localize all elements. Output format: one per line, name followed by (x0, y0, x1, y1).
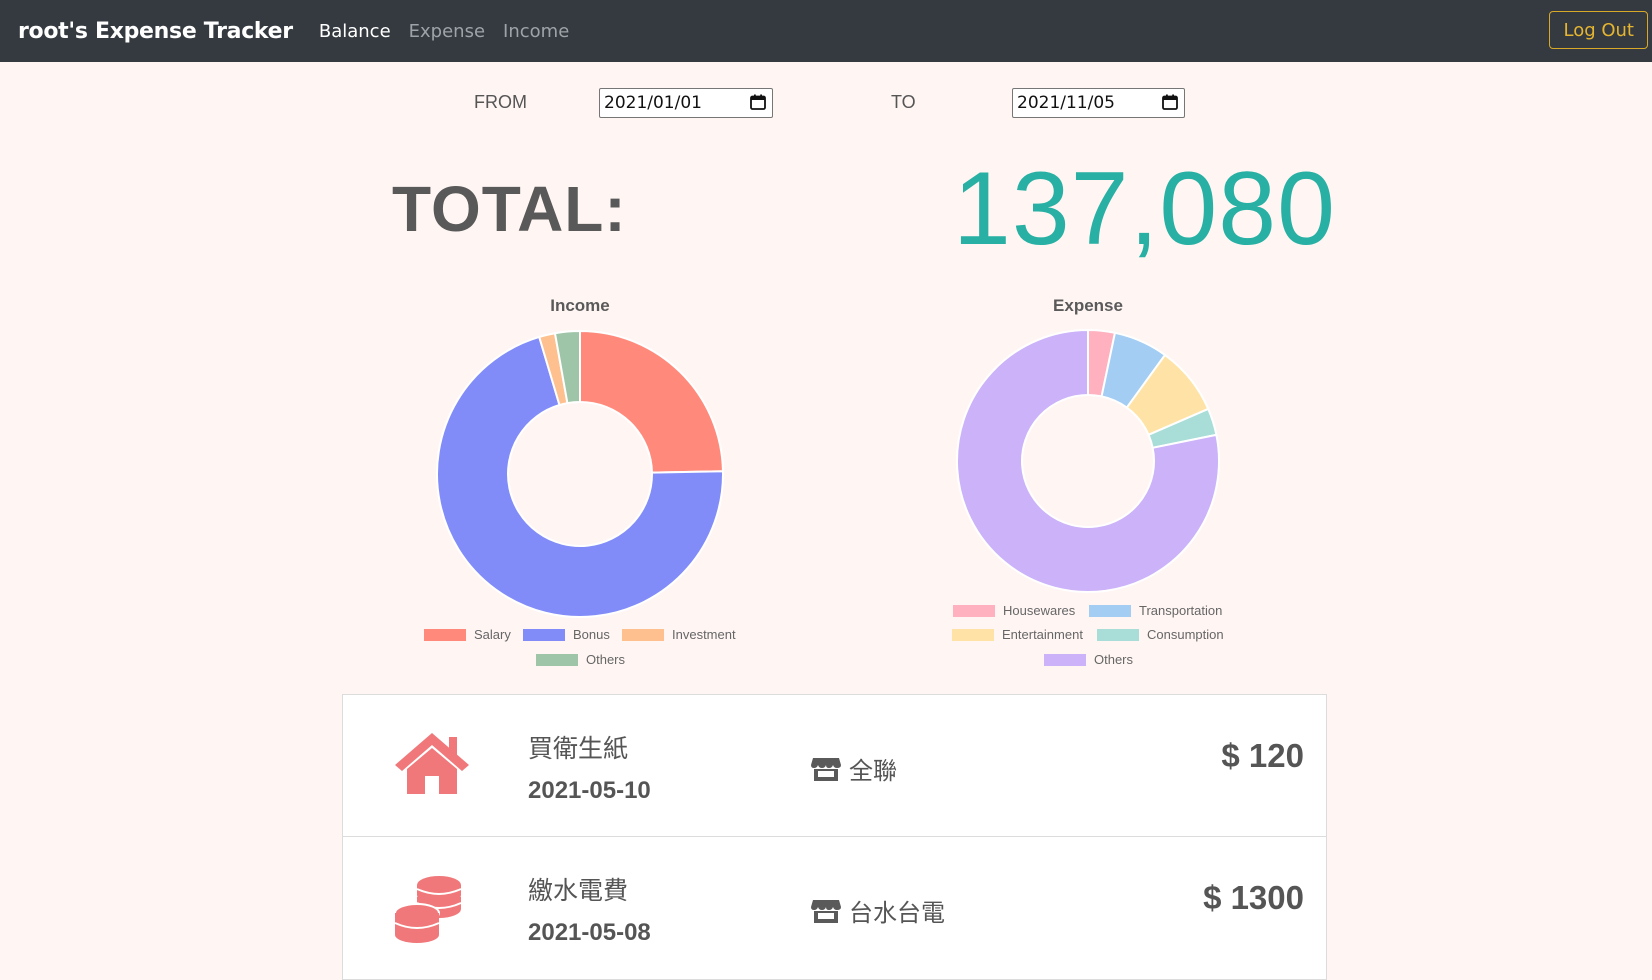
record-amount: $ 1300 (1203, 879, 1304, 916)
legend-item-bonus[interactable]: Bonus (523, 627, 610, 642)
legend-label: Others (586, 652, 626, 667)
navbar: root's Expense Tracker Balance Expense I… (0, 0, 1652, 62)
from-date-value: 2021/01/01 (604, 93, 702, 113)
legend-label: Transportation (1139, 603, 1223, 618)
store-icon (811, 757, 841, 781)
record-store: 全聯 (811, 751, 897, 786)
from-label: FROM (474, 92, 527, 112)
legend-swatch (622, 628, 664, 641)
store-icon (811, 899, 841, 923)
legend-label: Salary (474, 627, 511, 642)
legend-swatch (953, 604, 995, 617)
record-name: 繳水電費 (528, 876, 629, 905)
calendar-icon[interactable] (750, 94, 766, 110)
from-date-input[interactable]: 2021/01/01 (599, 88, 773, 118)
house-icon (395, 733, 469, 794)
calendar-icon[interactable] (1162, 94, 1178, 110)
legend-swatch (952, 628, 994, 641)
legend-label: Bonus (573, 627, 610, 642)
legend-label: Investment (672, 627, 736, 642)
to-label: TO (891, 92, 916, 112)
expense-donut-chart (956, 328, 1220, 593)
record-card[interactable]: 繳水電費 2021-05-08 台水台電 $ 1300 (342, 837, 1327, 980)
nav-income[interactable]: Income (503, 21, 569, 42)
record-card[interactable]: 買衛生紙 2021-05-10 全聯 $ 120 (342, 694, 1327, 837)
record-store: 台水台電 (811, 893, 945, 928)
coins-icon (394, 876, 462, 943)
expense-chart-title: Expense (1053, 296, 1123, 315)
legend-swatch (1097, 628, 1139, 641)
nav-balance[interactable]: Balance (319, 21, 391, 42)
legend-label: Others (1094, 652, 1134, 667)
slice-salary[interactable] (579, 329, 724, 474)
legend-item-entertainment[interactable]: Entertainment (952, 627, 1083, 642)
legend-label: Housewares (1003, 603, 1076, 618)
store-name: 全聯 (849, 757, 897, 785)
legend-swatch (536, 653, 578, 666)
nav-expense[interactable]: Expense (409, 21, 485, 42)
legend-label: Consumption (1147, 627, 1224, 642)
to-date-value: 2021/11/05 (1017, 93, 1115, 113)
legend-item-transportation[interactable]: Transportation (1089, 603, 1222, 618)
legend-item-consumption[interactable]: Consumption (1097, 627, 1224, 642)
legend-swatch (523, 628, 565, 641)
record-list: 買衛生紙 2021-05-10 全聯 $ 120 繳水電費 2021-05-08… (342, 694, 1327, 980)
record-amount: $ 120 (1221, 737, 1304, 774)
legend-item-investment[interactable]: Investment (622, 627, 736, 642)
total-value: 137,080 (953, 151, 1336, 267)
legend-item-others[interactable]: Others (536, 652, 625, 667)
legend-swatch (424, 628, 466, 641)
legend-item-salary[interactable]: Salary (424, 627, 511, 642)
legend-item-others[interactable]: Others (1044, 652, 1133, 667)
income-donut-chart (436, 329, 724, 618)
record-name: 買衛生紙 (528, 734, 629, 763)
store-name: 台水台電 (849, 899, 945, 927)
to-date-input[interactable]: 2021/11/05 (1012, 88, 1185, 118)
legend-item-housewares[interactable]: Housewares (953, 603, 1075, 618)
logout-button[interactable]: Log Out (1549, 11, 1648, 49)
legend-swatch (1044, 653, 1086, 666)
total-label: TOTAL: (392, 173, 627, 245)
record-date: 2021-05-08 (528, 919, 651, 946)
brand-title[interactable]: root's Expense Tracker (18, 19, 293, 44)
income-chart-title: Income (550, 296, 610, 315)
legend-label: Entertainment (1002, 627, 1083, 642)
legend-swatch (1089, 604, 1131, 617)
record-date: 2021-05-10 (528, 777, 651, 804)
